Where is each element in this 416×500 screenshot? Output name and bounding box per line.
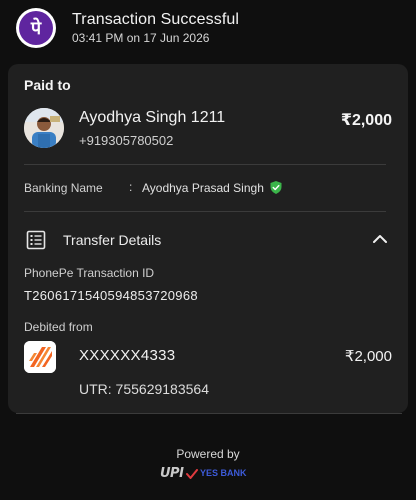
banking-name-label: Banking Name [24,181,103,195]
debit-account-number: XXXXXX4333 [79,347,176,364]
banking-name-value: Ayodhya Prasad Singh [142,181,264,195]
transaction-id-label: PhonePe Transaction ID [24,266,155,280]
transaction-datetime: 03:41 PM on 17 Jun 2026 [72,31,210,45]
debited-from-label: Debited from [24,320,93,334]
divider [16,413,402,414]
payment-amount: ₹2,000 [340,112,392,129]
payee-avatar[interactable] [24,108,64,148]
phonepe-logo-glyph: पे [30,18,42,39]
divider [24,211,386,212]
transfer-details-title[interactable]: Transfer Details [63,232,161,248]
transaction-id-value[interactable]: T2606171540594853720968 [24,288,198,303]
upi-logo: UPI [160,466,184,481]
divider [24,164,386,165]
paid-to-label: Paid to [24,77,71,93]
yes-bank-logo: YES BANK [200,468,247,478]
transaction-status-title: Transaction Successful [72,11,240,28]
bank-of-baroda-logo [24,341,56,373]
bank-logo-icon [24,341,56,373]
upi-yesbank-logos: UPI YES BANK [160,466,260,482]
yes-bank-check-icon [186,469,198,479]
phonepe-logo: पे [16,8,56,48]
utr-number[interactable]: UTR: 755629183564 [79,381,209,397]
powered-by-label: Powered by [176,447,240,461]
header: पे Transaction Successful 03:41 PM on 17… [0,0,416,60]
transaction-card: Paid to Ayodhya Singh 1211 +919305780502… [8,64,408,413]
verified-shield-icon [270,181,282,194]
payee-phone: +919305780502 [79,133,174,148]
payee-name: Ayodhya Singh 1211 [79,109,226,126]
chevron-up-icon[interactable] [372,233,388,245]
debit-amount: ₹2,000 [344,348,392,365]
payee-avatar-image [24,108,64,148]
receipt-list-icon [26,230,46,250]
banking-name-separator: : [129,180,133,194]
